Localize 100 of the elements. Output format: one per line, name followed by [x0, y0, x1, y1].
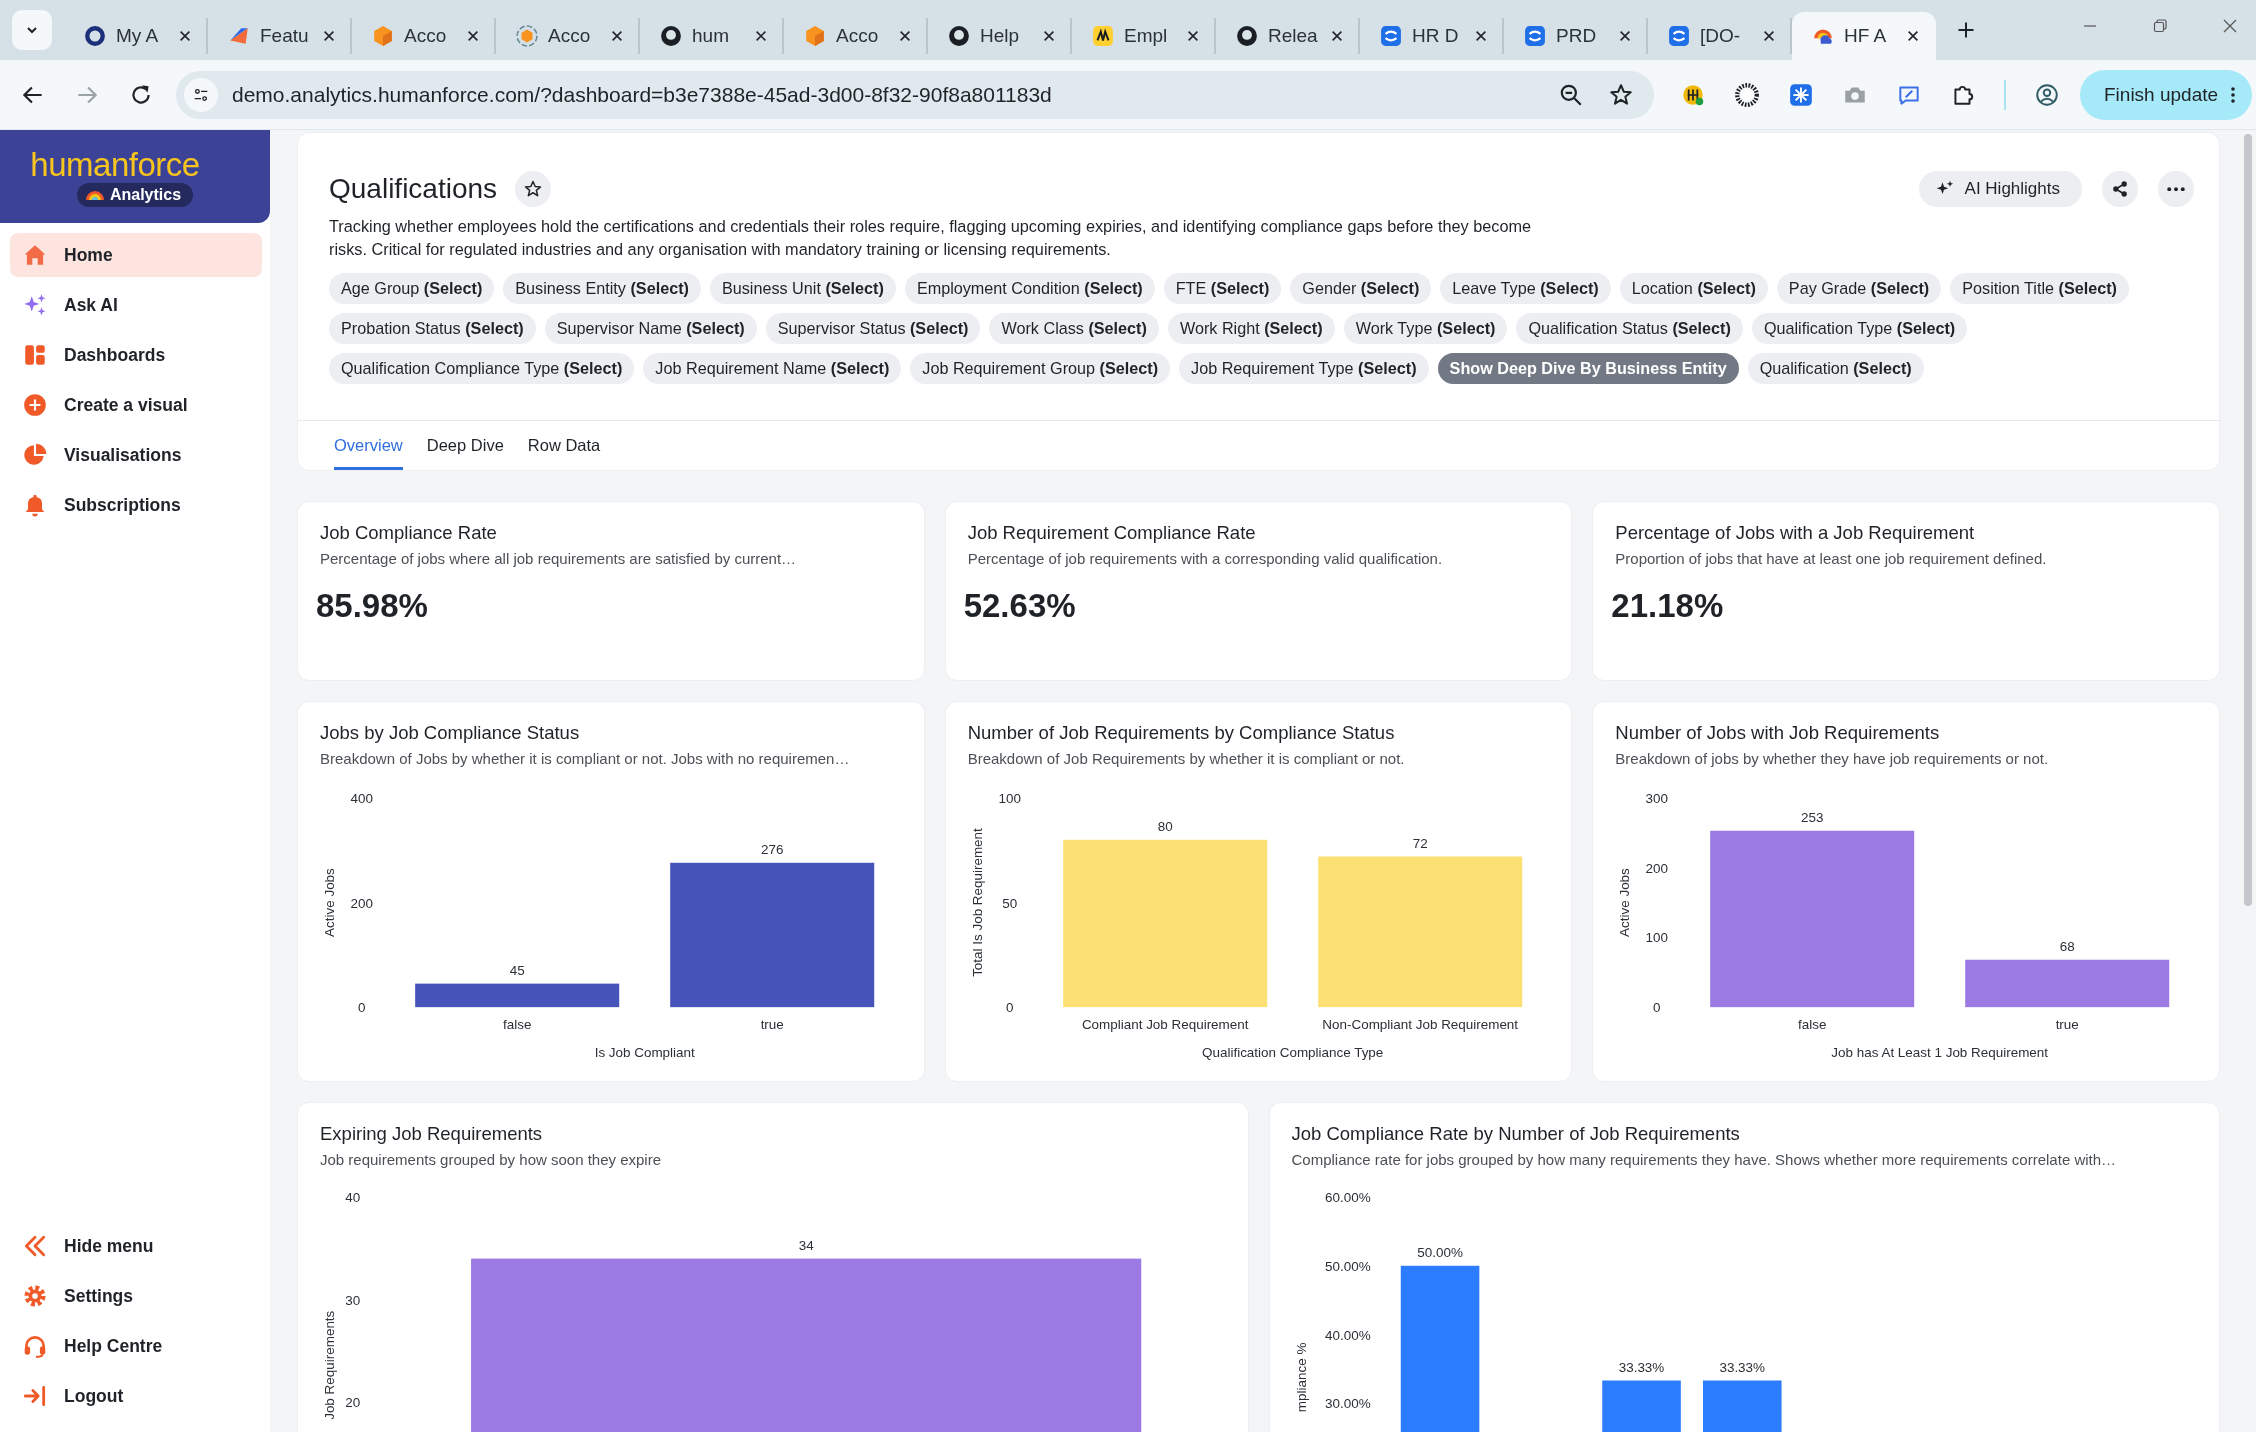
close-icon[interactable] [1330, 29, 1344, 43]
close-icon[interactable] [178, 29, 192, 43]
filter-chip[interactable]: Supervisor Status (Select) [765, 313, 981, 344]
nav-item[interactable]: Dashboards [10, 333, 262, 377]
favorite-button[interactable] [515, 171, 552, 207]
share-icon [2110, 179, 2130, 199]
axis-tick-label: 100 [998, 790, 1021, 806]
filter-chip[interactable]: FTE (Select) [1163, 273, 1282, 304]
filter-chip[interactable]: Leave Type (Select) [1440, 273, 1611, 304]
tab[interactable]: Row Data [527, 421, 601, 470]
filter-chip[interactable]: Business Unit (Select) [709, 273, 896, 304]
close-icon[interactable] [1906, 29, 1920, 43]
browser-tab[interactable]: HF A [1792, 12, 1936, 60]
card-subtitle: Breakdown of jobs by whether they have job requirements or not. [1614, 749, 2050, 769]
share-button[interactable] [2102, 171, 2138, 207]
bar-value-label: 72 [1412, 835, 1428, 851]
restore-icon[interactable] [2152, 18, 2168, 34]
close-icon[interactable] [322, 29, 336, 43]
circle-icon [1236, 25, 1258, 47]
axis-tick-label: 60.00% [1324, 1189, 1371, 1205]
browser-tab[interactable]: PRD [1504, 18, 1648, 54]
plus-icon[interactable] [1956, 20, 1976, 40]
tab[interactable]: Deep Dive [426, 421, 504, 470]
axis-title: Job Requirements [321, 1310, 337, 1420]
browser-tab[interactable]: My A [64, 18, 208, 54]
filter-chip[interactable]: Job Requirement Name (Select) [643, 353, 902, 384]
browser-tab[interactable]: Empl [1072, 18, 1216, 54]
close-icon[interactable] [1762, 29, 1776, 43]
nav-item[interactable]: Ask AI [10, 283, 262, 327]
bar-value-label: 33.33% [1718, 1359, 1765, 1375]
sun-icon[interactable] [1734, 81, 1760, 108]
ai-highlights-button[interactable]: AI Highlights [1918, 171, 2082, 207]
nav-item[interactable]: Visualisations [10, 433, 262, 477]
scrollbar-thumb[interactable] [2244, 134, 2252, 906]
close-icon[interactable] [1474, 29, 1488, 43]
nav-item[interactable]: Settings [10, 1274, 262, 1318]
browser-tab[interactable]: Acco [496, 18, 640, 54]
address-bar[interactable]: demo.analytics.humanforce.com/?dashboard=b3e7388e-45ad-3d00-8f32-90f8a801183d [176, 70, 1654, 119]
filter-chip[interactable]: Job Requirement Group (Select) [910, 353, 1171, 384]
filter-chip[interactable]: Qualification Compliance Type (Select) [329, 353, 635, 384]
filter-chip[interactable]: Work Type (Select) [1343, 313, 1508, 344]
circle-icon [948, 25, 970, 47]
filter-chip[interactable]: Employment Condition (Select) [904, 273, 1155, 304]
axis-tick-label: 30 [345, 1292, 361, 1308]
browser-tab[interactable]: Help [928, 18, 1072, 54]
close-icon[interactable] [610, 29, 624, 43]
nav-item[interactable]: Subscriptions [10, 483, 262, 527]
nav-item[interactable]: Hide menu [10, 1224, 262, 1268]
category-label: false [503, 1017, 532, 1033]
profile-icon[interactable] [2034, 81, 2060, 108]
nav-item[interactable]: Create a visual [10, 383, 262, 427]
filter-chip[interactable]: Work Class (Select) [989, 313, 1159, 344]
browser-tab[interactable]: hum [640, 18, 784, 54]
more-button[interactable] [2158, 171, 2194, 207]
card-title: Jobs by Job Compliance Status [319, 722, 581, 744]
filter-chip[interactable]: Pay Grade (Select) [1776, 273, 1942, 304]
browser-tab[interactable]: Acco [784, 18, 928, 54]
filter-chip[interactable]: Position Title (Select) [1950, 273, 2129, 304]
browser-tab[interactable]: Featu [208, 18, 352, 54]
close-icon[interactable] [466, 29, 480, 43]
close-icon[interactable] [1618, 29, 1632, 43]
filter-chip[interactable]: Show Deep Dive By Business Entity [1437, 353, 1739, 384]
site-settings-icon[interactable] [184, 77, 218, 112]
nav-item[interactable]: Help Centre [10, 1324, 262, 1368]
filter-chip[interactable]: Work Right (Select) [1167, 313, 1335, 344]
dashboard-icon [22, 342, 48, 368]
card-subtitle: Percentage of job requirements with a corresponding valid qualification. [967, 549, 1444, 569]
filter-chip[interactable]: Age Group (Select) [329, 273, 495, 304]
close-icon[interactable] [1186, 29, 1200, 43]
finish-update-button[interactable]: Finish update [2080, 69, 2253, 120]
square-icon [1524, 25, 1546, 47]
close-icon[interactable] [754, 29, 768, 43]
filter-chip[interactable]: Qualification Type (Select) [1751, 313, 1968, 344]
close-icon[interactable] [898, 29, 912, 43]
more-icon [2167, 186, 2185, 192]
star-icon[interactable] [1608, 81, 1634, 108]
close-icon[interactable] [1042, 29, 1056, 43]
cube-icon [372, 25, 394, 47]
filter-chip[interactable]: Business Entity (Select) [503, 273, 701, 304]
nav-item[interactable]: Logout [10, 1374, 262, 1418]
browser-tab[interactable]: Acco [352, 18, 496, 54]
axis-tick-label: 0 [1005, 1000, 1014, 1016]
nav-item[interactable]: Home [10, 233, 262, 277]
filter-chip[interactable]: Gender (Select) [1290, 273, 1432, 304]
pie-icon [22, 442, 48, 468]
category-label: true [2056, 1017, 2080, 1033]
filter-chip[interactable]: Qualification (Select) [1747, 353, 1924, 384]
filter-chip[interactable]: Supervisor Name (Select) [544, 313, 757, 344]
axis-title: Active Jobs [321, 868, 337, 937]
cube-icon [516, 25, 538, 47]
filter-chip[interactable]: Qualification Status (Select) [1516, 313, 1743, 344]
browser-tab[interactable]: HR D [1360, 18, 1504, 54]
tab[interactable]: Overview [334, 421, 403, 470]
browser-tab[interactable]: Relea [1216, 18, 1360, 54]
filter-chip[interactable]: Probation Status (Select) [329, 313, 536, 344]
settings-icon [22, 1283, 48, 1309]
snowflake-icon[interactable] [1788, 81, 1814, 108]
axis-tick-label: 200 [1645, 860, 1669, 876]
filter-chip[interactable]: Job Requirement Type (Select) [1179, 353, 1429, 384]
filter-chip[interactable]: Location (Select) [1619, 273, 1768, 304]
